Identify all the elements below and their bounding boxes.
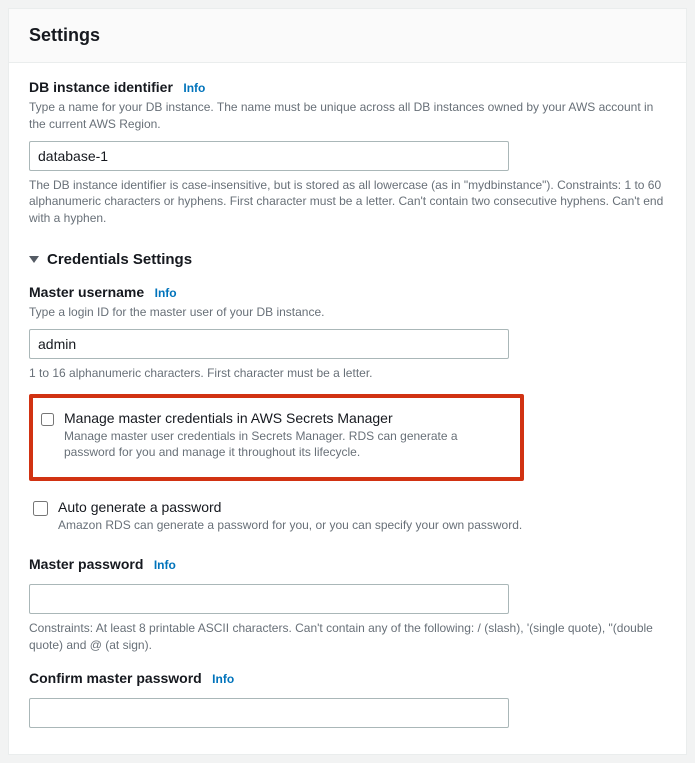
credentials-section-title: Credentials Settings — [47, 251, 192, 268]
panel-title: Settings — [29, 25, 666, 46]
caret-down-icon — [29, 254, 39, 264]
confirm-password-label: Confirm master password — [29, 670, 202, 686]
autogenerate-option[interactable]: Auto generate a password Amazon RDS can … — [29, 493, 666, 540]
master-username-constraints: 1 to 16 alphanumeric characters. First c… — [29, 365, 666, 382]
master-username-label: Master username — [29, 284, 144, 300]
master-password-input[interactable] — [29, 584, 509, 614]
autogenerate-title: Auto generate a password — [58, 499, 522, 515]
db-identifier-input[interactable] — [29, 141, 509, 171]
secrets-manager-checkbox[interactable] — [41, 412, 54, 427]
master-password-field: Master password Info Constraints: At lea… — [29, 556, 666, 654]
db-identifier-label: DB instance identifier — [29, 79, 173, 95]
master-password-info-link[interactable]: Info — [154, 558, 176, 572]
master-username-help: Type a login ID for the master user of y… — [29, 304, 666, 321]
db-identifier-help: Type a name for your DB instance. The na… — [29, 99, 666, 133]
panel-header: Settings — [9, 9, 686, 63]
confirm-password-field: Confirm master password Info — [29, 670, 666, 728]
master-password-constraints: Constraints: At least 8 printable ASCII … — [29, 620, 666, 654]
master-username-input[interactable] — [29, 329, 509, 359]
confirm-password-input[interactable] — [29, 698, 509, 728]
master-password-label: Master password — [29, 556, 143, 572]
master-username-info-link[interactable]: Info — [155, 286, 177, 300]
db-identifier-field: DB instance identifier Info Type a name … — [29, 79, 666, 227]
secrets-manager-highlight: Manage master credentials in AWS Secrets… — [29, 394, 524, 482]
autogenerate-checkbox[interactable] — [33, 501, 48, 516]
settings-panel: Settings DB instance identifier Info Typ… — [8, 8, 687, 755]
secrets-manager-desc: Manage master user credentials in Secret… — [64, 428, 506, 462]
master-username-field: Master username Info Type a login ID for… — [29, 284, 666, 382]
confirm-password-info-link[interactable]: Info — [212, 672, 234, 686]
db-identifier-constraints: The DB instance identifier is case-insen… — [29, 177, 666, 227]
secrets-manager-title: Manage master credentials in AWS Secrets… — [64, 410, 506, 426]
credentials-section-header[interactable]: Credentials Settings — [29, 251, 666, 268]
panel-body: DB instance identifier Info Type a name … — [9, 63, 686, 754]
autogenerate-desc: Amazon RDS can generate a password for y… — [58, 517, 522, 534]
db-identifier-info-link[interactable]: Info — [183, 81, 205, 95]
secrets-manager-option[interactable]: Manage master credentials in AWS Secrets… — [37, 404, 510, 468]
